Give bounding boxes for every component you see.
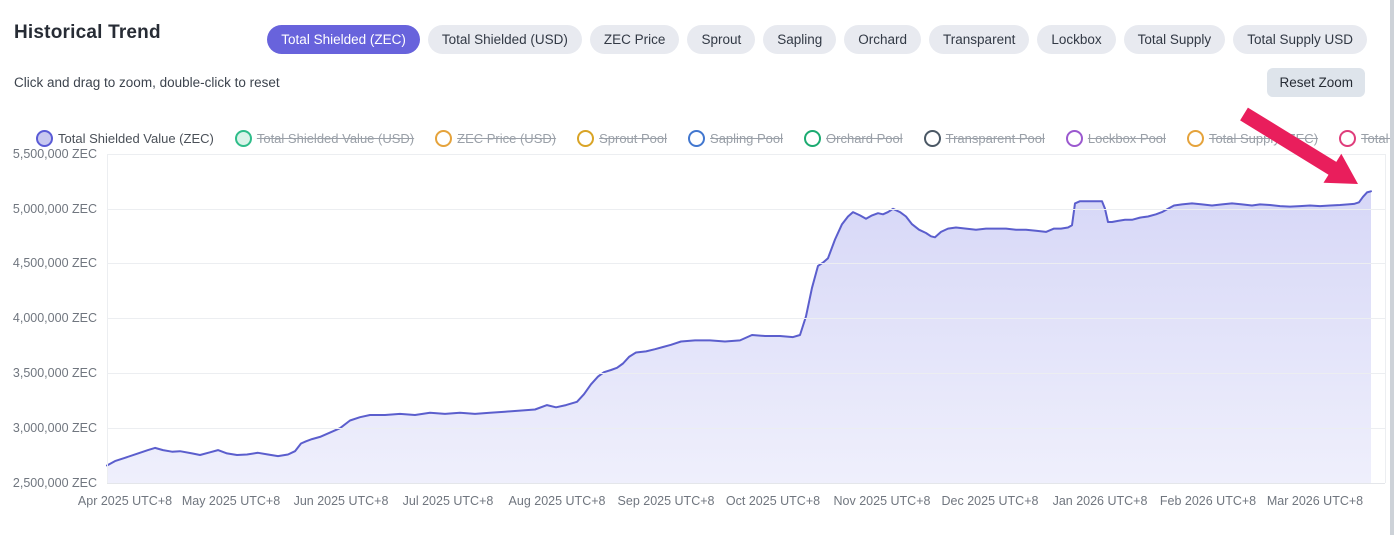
legend-marker-icon [688, 130, 705, 147]
filter-pill-transparent[interactable]: Transparent [929, 25, 1029, 54]
legend-label: Total Supply (ZEC) [1209, 131, 1318, 146]
reset-zoom-button[interactable]: Reset Zoom [1267, 68, 1365, 97]
legend-item-total-supply-usd-[interactable]: Total Supply (USD) [1339, 130, 1394, 147]
filter-pill-total-shielded-zec-[interactable]: Total Shielded (ZEC) [267, 25, 420, 54]
legend-item-transparent-pool[interactable]: Transparent Pool [924, 130, 1045, 147]
legend-marker-icon [924, 130, 941, 147]
gridline [107, 483, 1385, 484]
legend-marker-icon [235, 130, 252, 147]
y-axis-tick-label: 3,000,000 ZEC [13, 421, 97, 435]
plot-edge-line [1385, 154, 1386, 483]
historical-trend-panel: Historical Trend Total Shielded (ZEC)Tot… [0, 0, 1394, 535]
legend-marker-icon [577, 130, 594, 147]
y-axis-tick-label: 5,000,000 ZEC [13, 202, 97, 216]
legend-item-sprout-pool[interactable]: Sprout Pool [577, 130, 667, 147]
legend-label: Sprout Pool [599, 131, 667, 146]
gridline [107, 154, 1385, 155]
legend-marker-icon [36, 130, 53, 147]
filter-pill-orchard[interactable]: Orchard [844, 25, 921, 54]
filter-pill-sapling[interactable]: Sapling [763, 25, 836, 54]
legend-label: Sapling Pool [710, 131, 783, 146]
legend-item-orchard-pool[interactable]: Orchard Pool [804, 130, 903, 147]
x-axis-tick-label: Mar 2026 UTC+8 [1267, 494, 1363, 508]
x-axis-tick-label: Jan 2026 UTC+8 [1053, 494, 1148, 508]
y-axis-tick-label: 2,500,000 ZEC [13, 476, 97, 490]
legend-item-total-supply-zec-[interactable]: Total Supply (ZEC) [1187, 130, 1318, 147]
legend-marker-icon [1187, 130, 1204, 147]
y-axis-tick-label: 4,500,000 ZEC [13, 256, 97, 270]
gridline [107, 209, 1385, 210]
filter-pill-total-shielded-usd-[interactable]: Total Shielded (USD) [428, 25, 582, 54]
y-axis-tick-label: 4,000,000 ZEC [13, 311, 97, 325]
metric-filter-row: Total Shielded (ZEC) Total Shielded (USD)… [267, 25, 1367, 54]
legend-label: Total Shielded Value (USD) [257, 131, 414, 146]
filter-pill-lockbox[interactable]: Lockbox [1037, 25, 1115, 54]
x-axis-tick-label: Oct 2025 UTC+8 [726, 494, 820, 508]
zoom-hint-text: Click and drag to zoom, double-click to … [14, 75, 280, 90]
chart-legend: Total Shielded Value (ZEC) Total Shielded… [36, 128, 1394, 148]
legend-marker-icon [804, 130, 821, 147]
filter-pill-sprout[interactable]: Sprout [687, 25, 755, 54]
x-axis-tick-label: Sep 2025 UTC+8 [618, 494, 715, 508]
legend-marker-icon [1339, 130, 1356, 147]
filter-pill-total-supply-usd[interactable]: Total Supply USD [1233, 25, 1367, 54]
filter-pill-zec-price[interactable]: ZEC Price [590, 25, 680, 54]
gridline [107, 263, 1385, 264]
legend-item-total-shielded-value-zec-[interactable]: Total Shielded Value (ZEC) [36, 130, 214, 147]
legend-label: Lockbox Pool [1088, 131, 1166, 146]
legend-label: ZEC Price (USD) [457, 131, 556, 146]
gridline [107, 318, 1385, 319]
x-axis-tick-label: Jul 2025 UTC+8 [403, 494, 494, 508]
legend-item-total-shielded-value-usd-[interactable]: Total Shielded Value (USD) [235, 130, 414, 147]
legend-marker-icon [1066, 130, 1083, 147]
plot-edge-line [107, 154, 108, 483]
series-area-fill [107, 191, 1371, 483]
x-axis-tick-label: Nov 2025 UTC+8 [834, 494, 931, 508]
x-axis-tick-label: Aug 2025 UTC+8 [509, 494, 606, 508]
x-axis-tick-label: Feb 2026 UTC+8 [1160, 494, 1256, 508]
legend-label: Orchard Pool [826, 131, 903, 146]
legend-marker-icon [435, 130, 452, 147]
x-axis-tick-label: Jun 2025 UTC+8 [294, 494, 389, 508]
x-axis-tick-label: Dec 2025 UTC+8 [942, 494, 1039, 508]
y-axis-tick-label: 5,500,000 ZEC [13, 147, 97, 161]
x-axis-tick-label: Apr 2025 UTC+8 [78, 494, 172, 508]
vertical-scrollbar[interactable] [1390, 0, 1394, 535]
legend-label: Transparent Pool [946, 131, 1045, 146]
legend-item-zec-price-usd-[interactable]: ZEC Price (USD) [435, 130, 556, 147]
gridline [107, 428, 1385, 429]
filter-pill-total-supply[interactable]: Total Supply [1124, 25, 1226, 54]
x-axis-tick-label: May 2025 UTC+8 [182, 494, 280, 508]
legend-label: Total Shielded Value (ZEC) [58, 131, 214, 146]
page-title: Historical Trend [14, 22, 161, 44]
y-axis-tick-label: 3,500,000 ZEC [13, 366, 97, 380]
gridline [107, 373, 1385, 374]
legend-item-sapling-pool[interactable]: Sapling Pool [688, 130, 783, 147]
legend-item-lockbox-pool[interactable]: Lockbox Pool [1066, 130, 1166, 147]
